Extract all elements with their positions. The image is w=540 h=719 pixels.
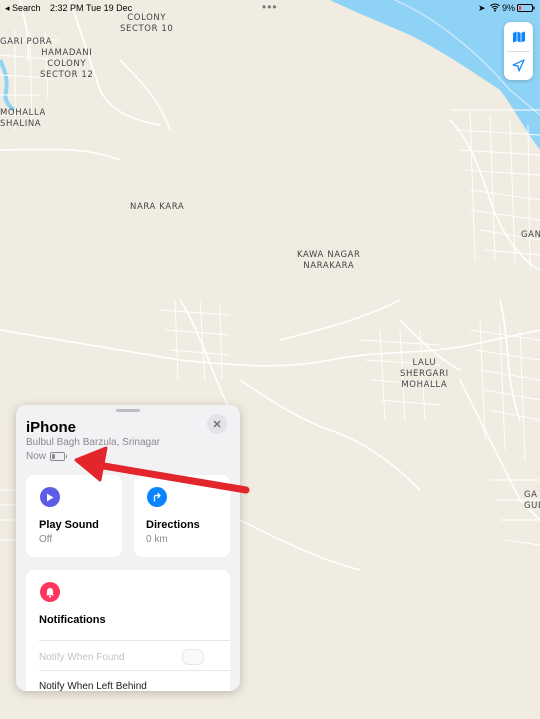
map-label: GA GUL: [524, 490, 540, 511]
notify-when-found-toggle[interactable]: [182, 649, 204, 665]
play-icon: [40, 487, 60, 507]
map-label: LALU SHERGARI MOHALLA: [400, 358, 449, 390]
battery-percent: 9%: [502, 3, 516, 13]
map-label: COLONY SECTOR 10: [120, 13, 174, 34]
divider: [39, 640, 230, 641]
map-label: GARI PORA: [0, 37, 53, 47]
notify-when-found-label: Notify When Found: [39, 652, 125, 663]
location-status-icon: ➤: [478, 3, 486, 13]
wifi-icon: [490, 3, 500, 14]
map-controls: [504, 22, 533, 80]
status-bar: ◂ Search 2:32 PM Tue 19 Dec ••• ➤ 9%: [0, 0, 540, 16]
drag-handle[interactable]: [116, 409, 140, 412]
directions-distance: 0 km: [146, 534, 168, 545]
map-label: MOHALLA SHALINA: [0, 108, 46, 129]
device-panel: iPhone Bulbul Bagh Barzula, Srinagar Now…: [16, 405, 240, 691]
map-label: NARA KARA: [130, 202, 185, 212]
location-arrow-icon[interactable]: [504, 51, 533, 80]
divider: [39, 670, 230, 671]
device-battery-icon: [50, 452, 67, 461]
status-date: Tue 19 Dec: [86, 3, 133, 13]
play-sound-status: Off: [39, 534, 53, 545]
directions-title: Directions: [146, 519, 200, 531]
back-to-search-link[interactable]: ◂ Search: [5, 3, 41, 14]
notify-when-left-behind-label: Notify When Left Behind: [39, 681, 147, 691]
map-label: HAMADANI COLONY SECTOR 12: [40, 48, 94, 80]
last-seen: Now: [26, 451, 47, 462]
multitasking-dots-icon[interactable]: •••: [262, 0, 278, 14]
directions-arrow-icon: [147, 487, 167, 507]
device-name: iPhone: [26, 419, 77, 436]
map-icon[interactable]: [504, 22, 533, 51]
play-sound-title: Play Sound: [39, 519, 99, 531]
battery-icon: [517, 4, 535, 14]
map-label: GAN: [521, 230, 540, 240]
notifications-title: Notifications: [39, 614, 106, 626]
device-address: Bulbul Bagh Barzula, Srinagar: [26, 437, 160, 448]
status-time: 2:32 PM: [50, 3, 84, 13]
map-label: KAWA NAGAR NARAKARA: [297, 250, 361, 271]
play-sound-button[interactable]: Play Sound Off: [26, 475, 122, 557]
notifications-card: Notifications Notify When Found Notify W…: [26, 570, 230, 691]
directions-button[interactable]: Directions 0 km: [134, 475, 230, 557]
bell-icon: [40, 582, 60, 602]
close-icon[interactable]: [207, 414, 227, 434]
